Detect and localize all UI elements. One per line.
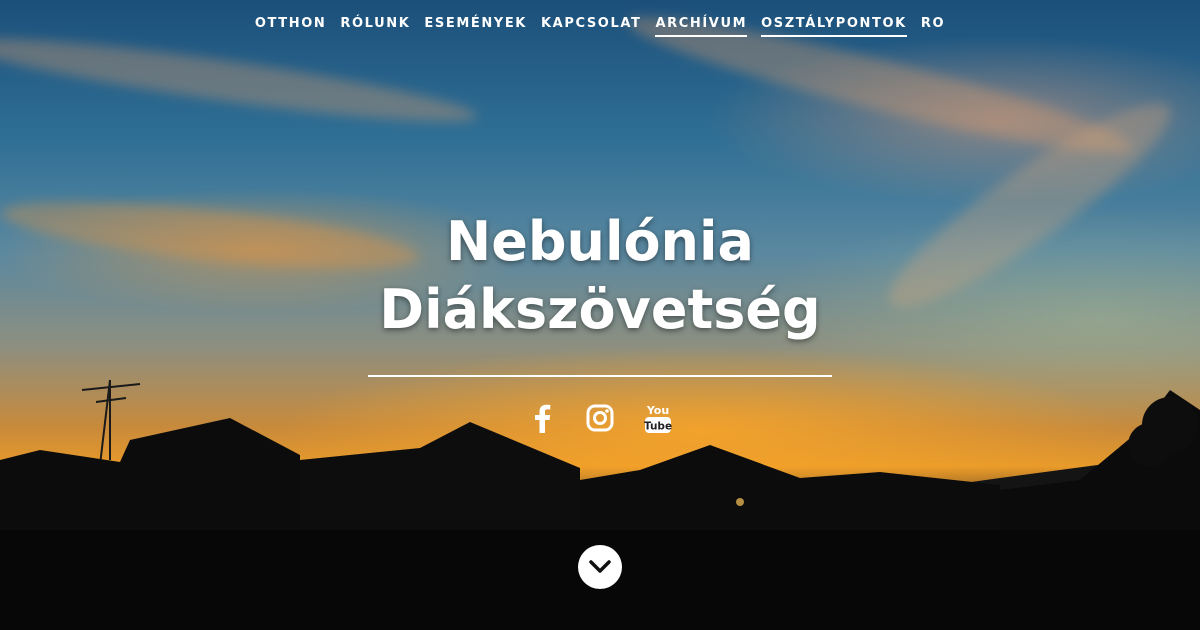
instagram-icon xyxy=(586,404,614,432)
page-title-line-2: Diákszövetség xyxy=(379,278,821,341)
youtube-icon: You Tube xyxy=(644,404,672,433)
nav-item-otthon[interactable]: OTTHON xyxy=(255,14,327,37)
scroll-down-button[interactable] xyxy=(578,545,622,589)
main-navigation: OTTHON RÓLUNK ESEMÉNYEK KAPCSOLAT ARCHÍV… xyxy=(0,14,1200,37)
instagram-link[interactable] xyxy=(585,402,615,434)
page-title: Nebulónia Diákszövetség xyxy=(0,208,1200,344)
nav-item-osztalypontok[interactable]: OSZTÁLYPONTOK xyxy=(761,14,907,37)
facebook-link[interactable] xyxy=(527,402,557,434)
facebook-icon xyxy=(535,404,551,433)
chevron-down-icon xyxy=(589,560,611,573)
social-links: You Tube xyxy=(0,402,1200,434)
page-title-line-1: Nebulónia xyxy=(446,210,754,273)
title-divider xyxy=(368,375,832,377)
youtube-icon-word-you: You xyxy=(646,404,669,417)
nav-item-rolunk[interactable]: RÓLUNK xyxy=(340,14,410,37)
nav-item-esemenyek[interactable]: ESEMÉNYEK xyxy=(424,14,527,37)
youtube-icon-word-tube: Tube xyxy=(644,421,672,433)
youtube-link[interactable]: You Tube xyxy=(643,402,673,434)
nav-item-archivum[interactable]: ARCHÍVUM xyxy=(655,14,748,37)
nav-item-kapcsolat[interactable]: KAPCSOLAT xyxy=(541,14,641,37)
nav-item-language-ro[interactable]: RO xyxy=(921,14,945,37)
